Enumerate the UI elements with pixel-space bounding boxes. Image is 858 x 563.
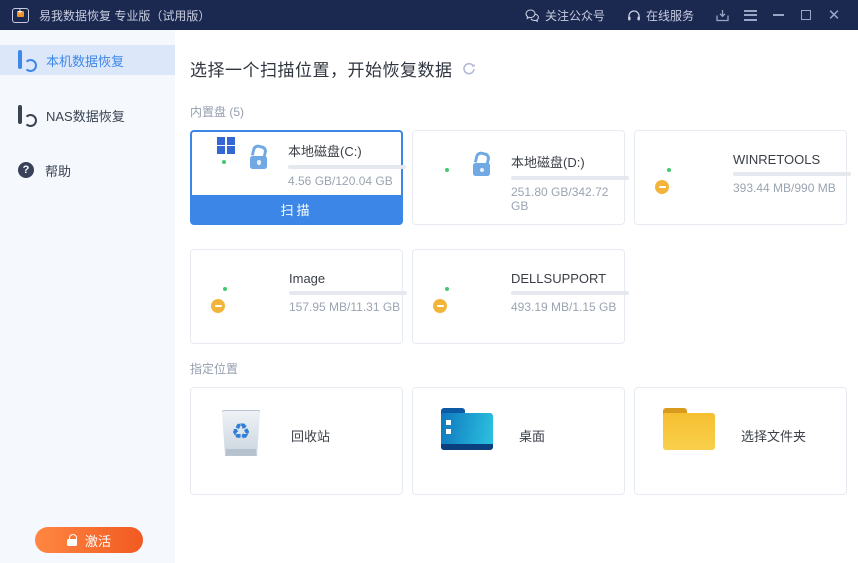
location-card-select-folder[interactable]: 选择文件夹 — [634, 387, 847, 495]
location-card-recycle-bin[interactable]: ♻ 回收站 — [190, 387, 403, 495]
usage-bar — [511, 291, 629, 295]
sidebar-item-label: NAS数据恢复 — [46, 106, 125, 125]
usage-bar — [733, 172, 851, 176]
app-title: 易我数据恢复 专业版（试用版） — [39, 7, 210, 24]
lock-icon — [67, 534, 77, 546]
online-service-button[interactable]: 在线服务 — [627, 7, 694, 24]
drive-badge-icon — [215, 269, 271, 311]
drive-badge-icon — [659, 150, 715, 192]
refresh-icon[interactable] — [462, 62, 476, 76]
minimize-button[interactable] — [764, 2, 792, 28]
drive-size: 157.95 MB/11.31 GB — [289, 300, 407, 314]
online-service-label: 在线服务 — [646, 7, 694, 24]
drive-card-winretools[interactable]: WINRETOOLS 393.44 MB/990 MB — [634, 130, 847, 225]
location-card-desktop[interactable]: 桌面 — [412, 387, 625, 495]
internal-disks-label: 内置盘 (5) — [190, 103, 846, 120]
sidebar-item-label: 本机数据恢复 — [46, 51, 124, 70]
app-logo-icon — [12, 8, 29, 23]
drive-windows-lock-icon — [214, 143, 270, 185]
maximize-button[interactable] — [792, 2, 820, 28]
drive-name: 本地磁盘(D:) — [511, 152, 629, 171]
drive-size: 251.80 GB/342.72 GB — [511, 185, 629, 213]
headset-icon — [627, 9, 641, 22]
sidebar-item-local-recovery[interactable]: 本机数据恢复 — [0, 45, 175, 75]
download-icon[interactable] — [708, 2, 736, 28]
main-content: 选择一个扫描位置，开始恢复数据 内置盘 (5) 本地磁盘(C:) — [175, 30, 858, 563]
page-title: 选择一个扫描位置，开始恢复数据 — [190, 56, 453, 81]
chat-icon — [525, 9, 540, 22]
drive-card-image[interactable]: Image 157.95 MB/11.31 GB — [190, 249, 403, 344]
drive-badge-icon — [437, 269, 493, 311]
help-icon: ? — [18, 162, 34, 178]
location-cards: ♻ 回收站 桌面 选择文件夹 — [190, 387, 846, 495]
desktop-folder-icon — [441, 408, 493, 450]
drive-card-dellsupport[interactable]: DELLSUPPORT 493.19 MB/1.15 GB — [412, 249, 625, 344]
yellow-folder-icon — [663, 408, 715, 450]
window-controls: ✕ — [708, 2, 848, 28]
follow-official-account-label: 关注公众号 — [545, 7, 605, 24]
specified-locations-label: 指定位置 — [190, 360, 846, 377]
sidebar: 本机数据恢复 NAS数据恢复 ? 帮助 激活 — [0, 30, 175, 563]
location-label: 回收站 — [291, 426, 330, 445]
drive-cards: 本地磁盘(C:) 4.56 GB/120.04 GB 扫描 本地磁盘(D:) 2… — [190, 130, 846, 344]
drive-name: WINRETOOLS — [733, 152, 851, 167]
sidebar-item-nas-recovery[interactable]: NAS数据恢复 — [0, 100, 175, 130]
activate-button-label: 激活 — [85, 531, 111, 550]
scan-button[interactable]: 扫描 — [192, 195, 401, 223]
follow-official-account-button[interactable]: 关注公众号 — [525, 7, 605, 24]
recycle-bin-icon: ♻ — [219, 408, 265, 460]
nas-recovery-icon — [18, 107, 35, 124]
drive-lock-icon — [437, 150, 493, 192]
drive-name: Image — [289, 271, 407, 286]
usage-bar — [511, 176, 629, 180]
local-recovery-icon — [18, 52, 35, 69]
sidebar-item-label: 帮助 — [45, 161, 71, 180]
sidebar-item-help[interactable]: ? 帮助 — [0, 155, 175, 185]
drive-card-c[interactable]: 本地磁盘(C:) 4.56 GB/120.04 GB 扫描 — [190, 130, 403, 225]
close-button[interactable]: ✕ — [820, 2, 848, 28]
usage-bar — [288, 165, 406, 169]
location-label: 选择文件夹 — [741, 426, 806, 445]
activate-button[interactable]: 激活 — [35, 527, 143, 553]
usage-bar — [289, 291, 407, 295]
drive-size: 393.44 MB/990 MB — [733, 181, 851, 195]
menu-icon[interactable] — [736, 2, 764, 28]
drive-name: DELLSUPPORT — [511, 271, 629, 286]
drive-card-d[interactable]: 本地磁盘(D:) 251.80 GB/342.72 GB — [412, 130, 625, 225]
drive-size: 493.19 MB/1.15 GB — [511, 300, 629, 314]
drive-size: 4.56 GB/120.04 GB — [288, 174, 406, 188]
titlebar: 易我数据恢复 专业版（试用版） 关注公众号 在线服务 ✕ — [0, 0, 858, 30]
location-label: 桌面 — [519, 426, 545, 445]
drive-name: 本地磁盘(C:) — [288, 141, 406, 160]
